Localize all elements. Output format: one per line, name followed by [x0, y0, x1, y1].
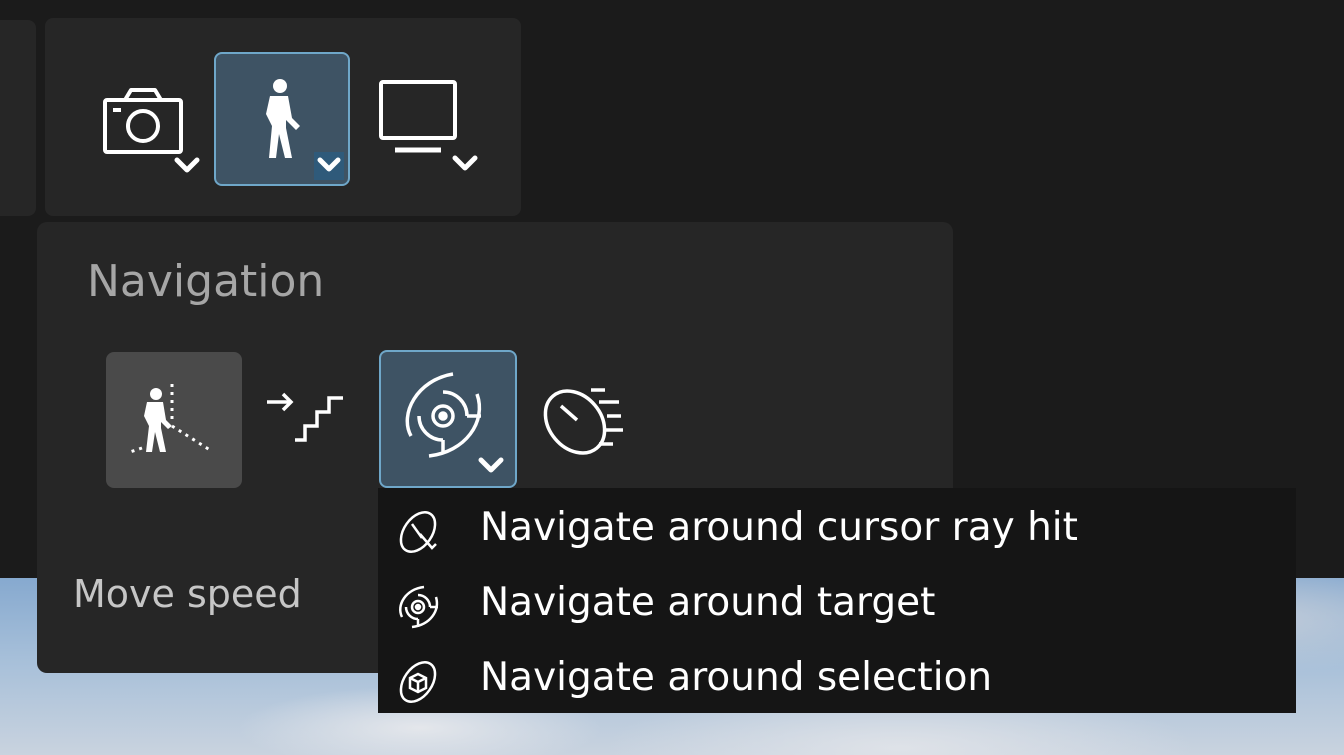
chevron-down-icon	[478, 457, 504, 473]
orbit-cursor-ray-icon	[399, 511, 437, 553]
orbit-target-icon	[405, 372, 504, 473]
monitor-icon	[379, 80, 478, 171]
display-button[interactable]	[351, 52, 487, 186]
panel-title: Navigation	[87, 256, 325, 307]
stairs-icon	[267, 392, 343, 442]
walk-gravity-icon	[129, 384, 211, 454]
move-speed-label: Move speed	[73, 572, 302, 616]
menu-item-label: Navigate around cursor ray hit	[480, 505, 1078, 550]
view-toolbar	[45, 18, 521, 216]
orbit-target-icon	[399, 585, 439, 629]
navigation-mode-button[interactable]	[214, 52, 350, 186]
camera-icon	[103, 88, 200, 173]
orbit-mode-dropdown: Navigate around cursor ray hit Navigate …	[378, 488, 1296, 713]
menu-item-target[interactable]: Navigate around target	[378, 567, 1296, 642]
camera-button[interactable]	[79, 52, 215, 186]
orbit-selection-icon	[399, 661, 437, 703]
orbit-mode-button[interactable]	[379, 350, 517, 488]
chevron-down-icon	[452, 155, 478, 171]
mouse-speed-icon	[543, 388, 623, 455]
left-toolbar-edge	[0, 20, 36, 216]
walk-gravity-button[interactable]	[106, 352, 242, 488]
stairs-button[interactable]	[259, 374, 359, 454]
menu-item-selection[interactable]: Navigate around selection	[378, 642, 1296, 717]
mouse-speed-button[interactable]	[533, 372, 643, 472]
chevron-down-icon	[174, 157, 200, 173]
walking-person-icon	[266, 79, 344, 180]
menu-item-cursor-ray-hit[interactable]: Navigate around cursor ray hit	[378, 492, 1296, 567]
menu-item-label: Navigate around target	[480, 580, 936, 625]
menu-item-label: Navigate around selection	[480, 655, 993, 700]
